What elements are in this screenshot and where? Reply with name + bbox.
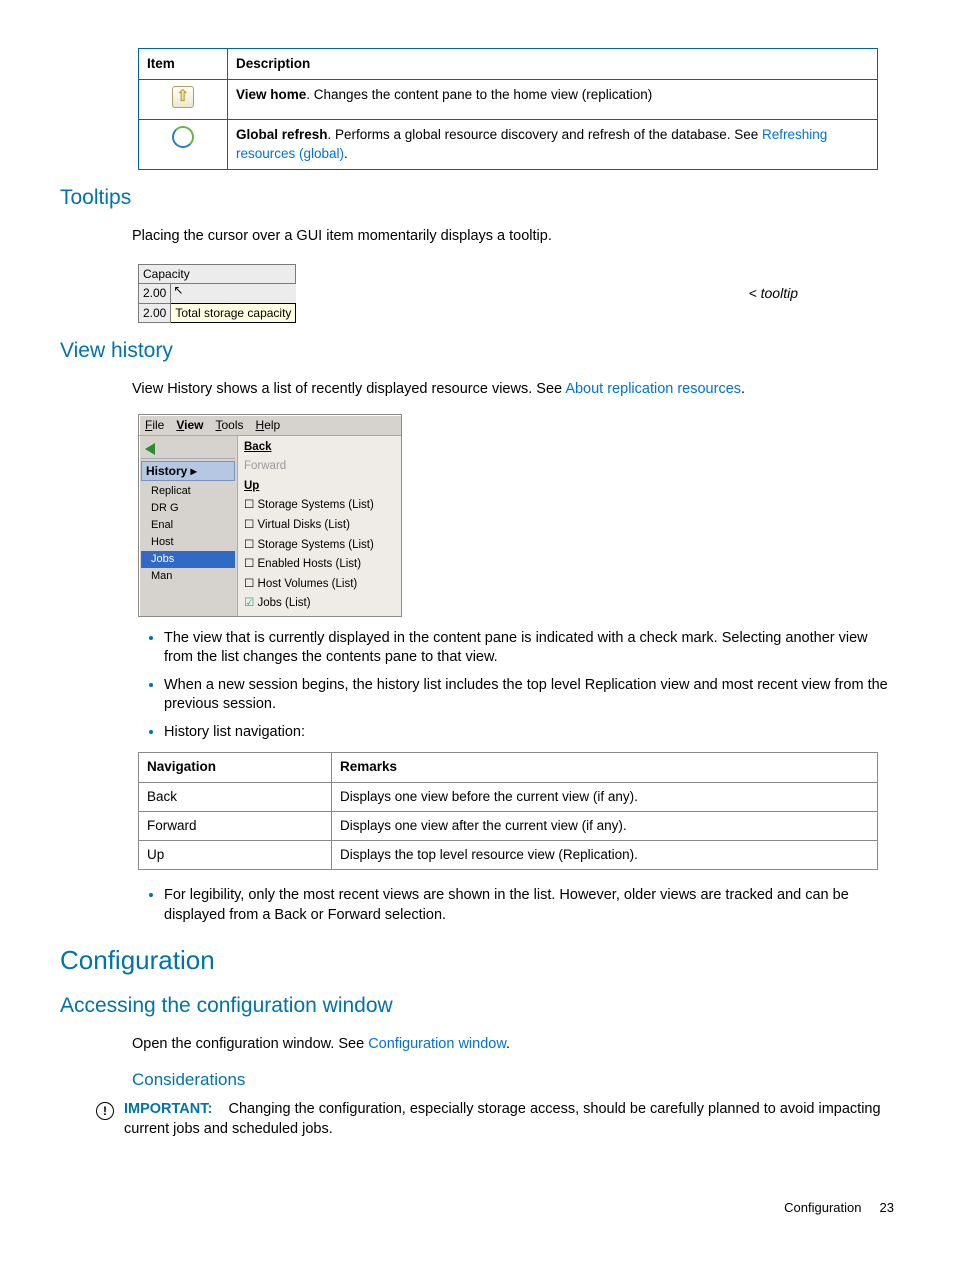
important-block: ! IMPORTANT: Changing the configuration,… xyxy=(96,1100,894,1139)
history-item[interactable]: Storage Systems (List) xyxy=(242,536,397,556)
th-navigation: Navigation xyxy=(139,753,332,782)
history-up[interactable]: Up xyxy=(242,477,397,497)
important-text: Changing the configuration, especially s… xyxy=(124,1101,881,1137)
view-history-heading: View history xyxy=(60,337,894,365)
tree-node[interactable]: Host xyxy=(141,534,235,551)
page-footer: Configuration 23 xyxy=(60,1199,894,1217)
tree-node[interactable]: Enal xyxy=(141,517,235,534)
list-item: For legibility, only the most recent vie… xyxy=(164,884,894,925)
view-home-icon xyxy=(172,86,194,108)
tooltips-heading: Tooltips xyxy=(60,184,894,212)
history-item[interactable]: Virtual Disks (List) xyxy=(242,516,397,536)
menu-tools[interactable]: Tools xyxy=(216,417,244,433)
history-item-checked[interactable]: Jobs (List) xyxy=(242,594,397,614)
table-row: Forward Displays one view after the curr… xyxy=(139,811,878,840)
row-bold: Global refresh xyxy=(236,127,328,142)
toolbar-description-table: Item Description View home. Changes the … xyxy=(138,48,878,170)
history-menu[interactable]: History ▸ xyxy=(141,461,235,481)
list-item: History list navigation: xyxy=(164,721,894,743)
table-row: Up Displays the top level resource view … xyxy=(139,841,878,870)
history-item[interactable]: Storage Systems (List) xyxy=(242,496,397,516)
configuration-heading: Configuration xyxy=(60,943,894,978)
table-row: View home. Changes the content pane to t… xyxy=(139,80,878,120)
menu-view[interactable]: View xyxy=(176,417,203,433)
important-icon: ! xyxy=(96,1102,114,1120)
footer-page: 23 xyxy=(880,1200,894,1215)
about-replication-resources-link[interactable]: About replication resources xyxy=(565,381,741,397)
tooltips-body: Placing the cursor over a GUI item momen… xyxy=(132,227,894,247)
row-text: . Changes the content pane to the home v… xyxy=(306,87,652,102)
tooltip-header: Capacity xyxy=(139,265,296,284)
history-item[interactable]: Host Volumes (List) xyxy=(242,575,397,595)
menubar: File View Tools Help xyxy=(139,415,401,436)
navigation-table: Navigation Remarks Back Displays one vie… xyxy=(138,752,878,870)
configuration-window-link[interactable]: Configuration window xyxy=(368,1036,506,1052)
th-description: Description xyxy=(228,49,878,80)
tree-node[interactable]: Man xyxy=(141,568,235,585)
tooltip-demo: Capacity 2.00 ↖ 2.00 Total storage capac… xyxy=(138,264,296,323)
th-remarks: Remarks xyxy=(332,753,878,782)
tooltip-caption: < tooltip xyxy=(749,284,798,303)
tree-node[interactable]: Replicat xyxy=(141,483,235,500)
view-history-bullets: The view that is currently displayed in … xyxy=(138,627,894,743)
tooltip-cell: 2.00 xyxy=(139,284,171,303)
th-item: Item xyxy=(139,49,228,80)
row-text: . Performs a global resource discovery a… xyxy=(328,127,763,142)
tooltip-popup: Total storage capacity xyxy=(171,303,296,322)
back-arrow-icon[interactable] xyxy=(145,443,155,455)
global-refresh-icon xyxy=(172,126,194,148)
view-history-intro: View History shows a list of recently di… xyxy=(132,380,894,400)
view-history-bullets-2: For legibility, only the most recent vie… xyxy=(138,884,894,925)
table-row: Global refresh. Performs a global resour… xyxy=(139,120,878,169)
history-back[interactable]: Back xyxy=(242,438,397,458)
tree-node[interactable]: DR G xyxy=(141,500,235,517)
considerations-heading: Considerations xyxy=(132,1069,894,1092)
menu-help[interactable]: Help xyxy=(256,417,281,433)
list-item: When a new session begins, the history l… xyxy=(164,674,894,715)
accessing-body: Open the configuration window. See Confi… xyxy=(132,1035,894,1055)
history-item[interactable]: Enabled Hosts (List) xyxy=(242,555,397,575)
list-item: The view that is currently displayed in … xyxy=(164,627,894,668)
table-row: Back Displays one view before the curren… xyxy=(139,782,878,811)
history-forward: Forward xyxy=(242,457,397,477)
important-label: IMPORTANT: xyxy=(124,1101,212,1117)
footer-label: Configuration xyxy=(784,1200,861,1215)
tree-node-selected[interactable]: Jobs xyxy=(141,551,235,568)
menu-file[interactable]: File xyxy=(145,417,164,433)
tooltip-cell: 2.00 xyxy=(139,303,171,322)
row-after: . xyxy=(344,146,348,161)
row-bold: View home xyxy=(236,87,306,102)
view-history-screenshot: File View Tools Help History ▸ Replicat … xyxy=(138,414,402,617)
accessing-heading: Accessing the configuration window xyxy=(60,992,894,1020)
